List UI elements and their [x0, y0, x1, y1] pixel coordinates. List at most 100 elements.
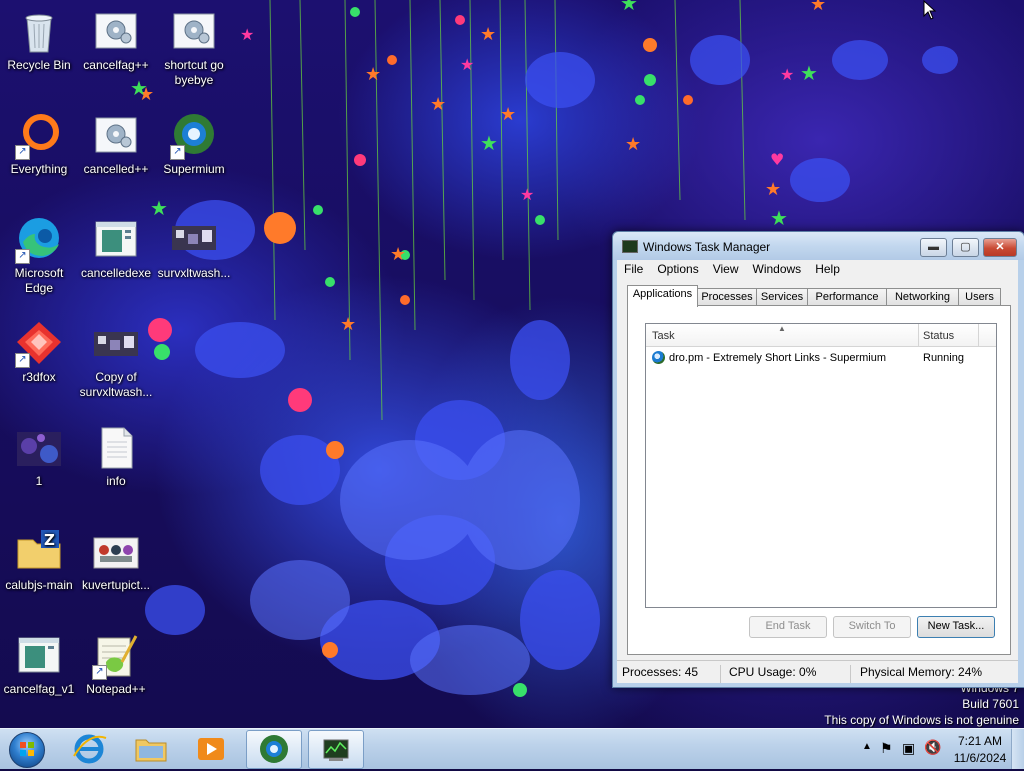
- desktop-icon-label: cancelledexe: [80, 266, 152, 280]
- desktop-icon-shortcut-go-byebye[interactable]: shortcut go byebye: [156, 8, 232, 88]
- svg-text:★: ★: [780, 65, 794, 84]
- desktop-icon-notepad-plus-plus[interactable]: ↗ Notepad++: [78, 632, 154, 697]
- watermark-build: Build 7601: [962, 697, 1019, 711]
- svg-text:★: ★: [365, 64, 381, 85]
- column-divider[interactable]: [918, 324, 919, 346]
- menu-view[interactable]: View: [706, 260, 746, 276]
- taskbar-task-manager[interactable]: [308, 730, 364, 769]
- shortcut-arrow-icon: ↗: [15, 145, 30, 160]
- desktop-icon-label: info: [106, 474, 126, 488]
- folder-icon: [135, 739, 167, 762]
- svg-text:★: ★: [460, 55, 474, 74]
- switch-to-button[interactable]: Switch To: [833, 616, 911, 638]
- mouse-pointer-icon: [923, 0, 937, 20]
- tab-performance[interactable]: Performance: [807, 288, 887, 306]
- task-row[interactable]: dro.pm - Extremely Short Links - Supermi…: [650, 349, 990, 367]
- desktop-icon-survxltwash[interactable]: survxltwash...: [156, 216, 232, 281]
- column-header-status[interactable]: Status: [923, 330, 954, 342]
- desktop-icon-label: kuvertupict...: [81, 578, 151, 592]
- close-button[interactable]: ✕: [983, 238, 1017, 257]
- desktop-icon-kuvertupict[interactable]: kuvertupict...: [78, 528, 154, 593]
- r3dfox-browser-icon: ↗: [15, 320, 63, 368]
- start-button[interactable]: [6, 730, 46, 768]
- task-list[interactable]: ▲ Task Status dro.pm - Extremely Short L…: [645, 323, 997, 608]
- desktop-icon-supermium[interactable]: ↗ Supermium: [156, 112, 232, 177]
- desktop-icon-label: r3dfox: [22, 370, 56, 384]
- menu-options[interactable]: Options: [650, 260, 705, 276]
- everything-search-icon: ↗: [15, 112, 63, 160]
- desktop-icon-cancelled-plus[interactable]: cancelled++: [78, 112, 154, 177]
- notepad-plus-plus-icon: ↗: [92, 632, 140, 680]
- desktop-icon-microsoft-edge[interactable]: ↗ Microsoft Edge: [1, 216, 77, 296]
- tab-applications[interactable]: Applications: [627, 285, 698, 307]
- tab-networking[interactable]: Networking: [886, 288, 959, 306]
- title-bar[interactable]: Windows Task Manager ▬ ▢ ✕: [613, 232, 1024, 260]
- shortcut-arrow-icon: ↗: [170, 145, 185, 160]
- notification-area: ▲ ⚑ ▣ 🔇 7:21 AM 11/6/2024: [834, 729, 1024, 769]
- desktop-icon-copy-of-survxltwash[interactable]: Copy of survxltwash...: [78, 320, 154, 400]
- svg-text:★: ★: [340, 314, 356, 335]
- task-manager-icon: [323, 739, 349, 761]
- shortcut-arrow-icon: ↗: [92, 665, 107, 680]
- menu-windows[interactable]: Windows: [746, 260, 809, 276]
- svg-text:★: ★: [810, 0, 826, 15]
- media-player-icon: [198, 738, 224, 760]
- task-manager-window[interactable]: Windows Task Manager ▬ ▢ ✕ File Options Vi…: [612, 231, 1024, 688]
- desktop-icon-label: cancelfag++: [83, 58, 149, 72]
- desktop-icon-label: Copy of survxltwash...: [79, 370, 153, 399]
- maximize-button[interactable]: ▢: [952, 238, 979, 257]
- end-task-button[interactable]: End Task: [749, 616, 827, 638]
- desktop-icon-recycle-bin[interactable]: Recycle Bin: [1, 8, 77, 73]
- tab-processes[interactable]: Processes: [697, 288, 757, 306]
- show-hidden-icons-chevron-icon[interactable]: ▲: [862, 741, 872, 752]
- desktop-icon-r3dfox[interactable]: ↗ r3dfox: [1, 320, 77, 385]
- clock-time: 7:21 AM: [957, 734, 1003, 748]
- window-title: Windows Task Manager: [643, 240, 771, 254]
- task-manager-icon: [622, 240, 638, 253]
- task-status: Running: [923, 352, 964, 364]
- show-desktop-button[interactable]: [1011, 729, 1024, 769]
- desktop-icon-label: Supermium: [163, 162, 225, 176]
- desktop-icon-cancelfag-plus[interactable]: cancelfag++: [78, 8, 154, 73]
- minimize-button[interactable]: ▬: [920, 238, 947, 257]
- taskbar-media-player[interactable]: [184, 730, 238, 767]
- desktop-icon-info[interactable]: info: [78, 424, 154, 489]
- minimize-icon: ▬: [928, 241, 939, 253]
- tab-services[interactable]: Services: [756, 288, 808, 306]
- svg-text:★: ★: [480, 131, 498, 155]
- taskbar-internet-explorer[interactable]: [62, 730, 116, 767]
- supermium-browser-icon: [260, 735, 288, 763]
- desktop-icon-label: Everything: [10, 162, 68, 176]
- new-task-button[interactable]: New Task...: [917, 616, 995, 638]
- menu-file[interactable]: File: [617, 260, 650, 276]
- desktop-icon-label: Microsoft Edge: [14, 266, 64, 295]
- desktop-icon-cancelledexe[interactable]: cancelledexe: [78, 216, 154, 281]
- taskbar-supermium[interactable]: [246, 730, 302, 769]
- zip-folder-icon: Z: [15, 528, 63, 576]
- taskbar-windows-explorer[interactable]: [124, 730, 178, 767]
- desktop-icon-label: survxltwash...: [157, 266, 231, 280]
- desktop-icon-cancelfag-v1[interactable]: cancelfag_v1: [1, 632, 77, 697]
- column-header-task[interactable]: Task: [652, 330, 675, 342]
- svg-text:★: ★: [800, 61, 818, 85]
- svg-text:★: ★: [390, 244, 406, 265]
- tab-users[interactable]: Users: [958, 288, 1001, 306]
- volume-muted-icon[interactable]: 🔇: [924, 739, 941, 756]
- desktop-icon-everything[interactable]: ↗ Everything: [1, 112, 77, 177]
- action-center-flag-icon[interactable]: ⚑: [880, 740, 893, 757]
- svg-text:★: ★: [480, 24, 496, 45]
- svg-text:★: ★: [500, 104, 516, 125]
- status-divider: [720, 665, 721, 683]
- close-icon: ✕: [995, 241, 1005, 253]
- column-divider[interactable]: [978, 324, 979, 346]
- menu-help[interactable]: Help: [808, 260, 847, 276]
- status-physical-memory: Physical Memory: 24%: [860, 665, 983, 679]
- desktop-icon-label: calubjs-main: [5, 578, 73, 592]
- status-bar: Processes: 45 CPU Usage: 0% Physical Mem…: [617, 660, 1018, 683]
- supermium-browser-icon: [652, 351, 665, 364]
- network-icon[interactable]: ▣: [902, 740, 915, 757]
- desktop-icon-calubjs-main[interactable]: Z calubjs-main: [1, 528, 77, 593]
- status-divider: [850, 665, 851, 683]
- desktop-icon-1[interactable]: 1: [1, 424, 77, 489]
- desktop-icon-label: Recycle Bin: [7, 58, 71, 72]
